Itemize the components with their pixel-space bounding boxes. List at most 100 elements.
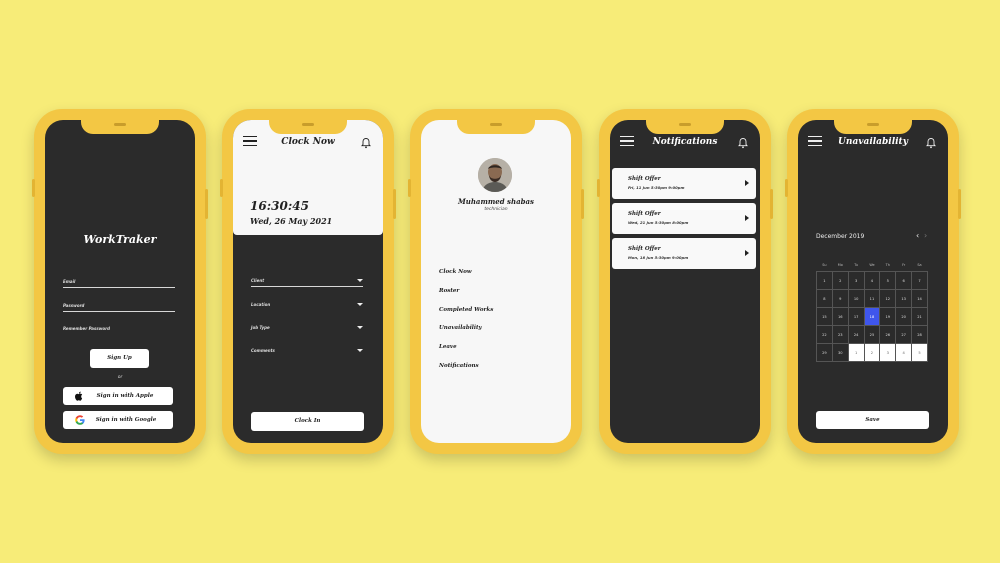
calendar-grid: Su Mo Tu We Th Fr Sa 1 2 3 4 5 6 7 8 9 10 11 12 13 14 15 16 17… [816, 259, 928, 362]
google-icon [75, 415, 85, 425]
calendar-day[interactable]: 12 [879, 289, 897, 308]
calendar-day[interactable]: 1 [847, 343, 865, 362]
calendar-day[interactable]: 3 [847, 271, 865, 290]
save-button[interactable]: Save [816, 411, 929, 429]
menu-item-clock-now[interactable]: Clock Now [439, 269, 472, 275]
notification-item[interactable]: Shift Offer Fri, 11 Jun 5:30pm 9:00pm [612, 168, 756, 199]
sign-in-apple-button[interactable]: Sign in with Apple [63, 387, 173, 405]
notch [834, 120, 912, 134]
bell-icon[interactable] [738, 134, 748, 149]
calendar-day[interactable]: 8 [816, 289, 833, 308]
calendar-day[interactable]: 6 [895, 271, 913, 290]
weekday-label: Sa [917, 263, 922, 267]
menu-item-notifications[interactable]: Notifications [439, 363, 479, 369]
chevron-down-icon [357, 349, 363, 352]
calendar-day[interactable]: 24 [847, 325, 865, 344]
notification-title: Shift Offer [628, 246, 661, 252]
calendar-day[interactable]: 25 [863, 325, 881, 344]
client-label: Client [251, 278, 265, 283]
weekday-label: We [869, 263, 875, 267]
password-field[interactable]: Password [63, 297, 175, 312]
calendar-day[interactable]: 19 [879, 307, 897, 326]
user-name: Muhammed shabas [458, 197, 534, 206]
chevron-right-icon [745, 180, 749, 186]
calendar-day[interactable]: 13 [895, 289, 913, 308]
unavailability-screen: Unavailability December 2019 ‹ › Su Mo Tu W… [798, 120, 948, 443]
chevron-down-icon [357, 279, 363, 282]
calendar-day[interactable]: 7 [911, 271, 928, 290]
calendar-day[interactable]: 30 [831, 343, 849, 362]
weekday-label: Su [822, 263, 827, 267]
notch [269, 120, 347, 134]
calendar-day[interactable]: 22 [816, 325, 833, 344]
apple-label: Sign in with Apple [96, 393, 154, 399]
calendar-day[interactable]: 1 [816, 271, 833, 290]
calendar-day[interactable]: 28 [911, 325, 928, 344]
remember-password[interactable]: Remember Password [63, 326, 110, 331]
weekday-label: Tu [854, 263, 858, 267]
chevron-right-icon[interactable]: › [924, 231, 927, 240]
comments-dropdown[interactable]: Comments [251, 342, 363, 357]
calendar-month: December 2019 [816, 233, 865, 240]
calendar-day[interactable]: 14 [911, 289, 928, 308]
calendar-day[interactable]: 9 [831, 289, 849, 308]
location-dropdown[interactable]: Location [251, 296, 363, 311]
calendar-day[interactable]: 17 [847, 307, 865, 326]
notification-item[interactable]: Shift Offer Mon, 18 Jun 5:30pm 9:00pm [612, 238, 756, 269]
user-role: technician [484, 207, 508, 212]
email-field[interactable]: Email [63, 273, 175, 288]
weekday-label: Fr [902, 263, 906, 267]
job-type-dropdown[interactable]: Job Type [251, 319, 363, 334]
menu-screen: Muhammed shabas technician Clock Now Ros… [421, 120, 571, 443]
calendar-day[interactable]: 16 [831, 307, 849, 326]
calendar-day[interactable]: 29 [816, 343, 833, 362]
calendar-day[interactable]: 5 [879, 271, 897, 290]
avatar [478, 158, 512, 192]
clock-in-button[interactable]: Clock In [251, 412, 364, 431]
client-dropdown[interactable]: Client [251, 272, 363, 287]
notification-detail: Fri, 11 Jun 5:30pm 9:00pm [628, 185, 685, 190]
calendar-day[interactable]: 23 [831, 325, 849, 344]
phone-login: WorkTraker Email Password Remember Passw… [32, 109, 208, 454]
bell-icon[interactable] [361, 134, 371, 149]
calendar-day[interactable]: 3 [879, 343, 897, 362]
or-label: or [117, 375, 123, 380]
notification-detail: Mon, 18 Jun 5:30pm 9:00pm [628, 255, 689, 260]
weekday-label: Th [885, 263, 890, 267]
calendar-day[interactable]: 11 [863, 289, 881, 308]
notification-title: Shift Offer [628, 176, 661, 182]
menu-item-roster[interactable]: Roster [439, 288, 459, 294]
menu-item-unavailability[interactable]: Unavailability [439, 325, 482, 331]
google-label: Sign in with Google [95, 417, 157, 423]
phone-unavailability: Unavailability December 2019 ‹ › Su Mo Tu W… [785, 109, 961, 454]
calendar-day[interactable]: 20 [895, 307, 913, 326]
calendar-day[interactable]: 4 [863, 271, 881, 290]
chevron-down-icon [357, 303, 363, 306]
phone-notifications: Notifications Shift Offer Fri, 11 Jun 5:… [597, 109, 773, 454]
chevron-right-icon [745, 215, 749, 221]
sign-in-google-button[interactable]: Sign in with Google [63, 411, 173, 429]
calendar-day[interactable]: 26 [879, 325, 897, 344]
calendar-day[interactable]: 4 [895, 343, 913, 362]
apple-icon [75, 391, 83, 401]
calendar-day[interactable]: 15 [816, 307, 833, 326]
app-title: WorkTraker [83, 233, 157, 246]
calendar-day[interactable]: 21 [911, 307, 928, 326]
clock-screen: Clock Now 16:30:45 Wed, 26 May 2021 Clie… [233, 120, 383, 443]
notification-detail: Wed, 21 Jun 5:30pm 8:00pm [628, 220, 689, 225]
notch [457, 120, 535, 134]
notification-item[interactable]: Shift Offer Wed, 21 Jun 5:30pm 8:00pm [612, 203, 756, 234]
phone-clock: Clock Now 16:30:45 Wed, 26 May 2021 Clie… [220, 109, 396, 454]
calendar-day[interactable]: 2 [863, 343, 881, 362]
calendar-day[interactable]: 10 [847, 289, 865, 308]
calendar-day[interactable]: 2 [831, 271, 849, 290]
bell-icon[interactable] [926, 134, 936, 149]
chevron-left-icon[interactable]: ‹ [916, 231, 919, 240]
sign-up-button[interactable]: Sign Up [90, 349, 149, 368]
calendar-day[interactable]: 5 [911, 343, 928, 362]
calendar-day[interactable]: 18 [863, 307, 881, 326]
menu-item-completed-works[interactable]: Completed Works [439, 307, 493, 313]
email-label: Email [63, 279, 76, 284]
menu-item-leave[interactable]: Leave [439, 344, 457, 350]
calendar-day[interactable]: 27 [895, 325, 913, 344]
